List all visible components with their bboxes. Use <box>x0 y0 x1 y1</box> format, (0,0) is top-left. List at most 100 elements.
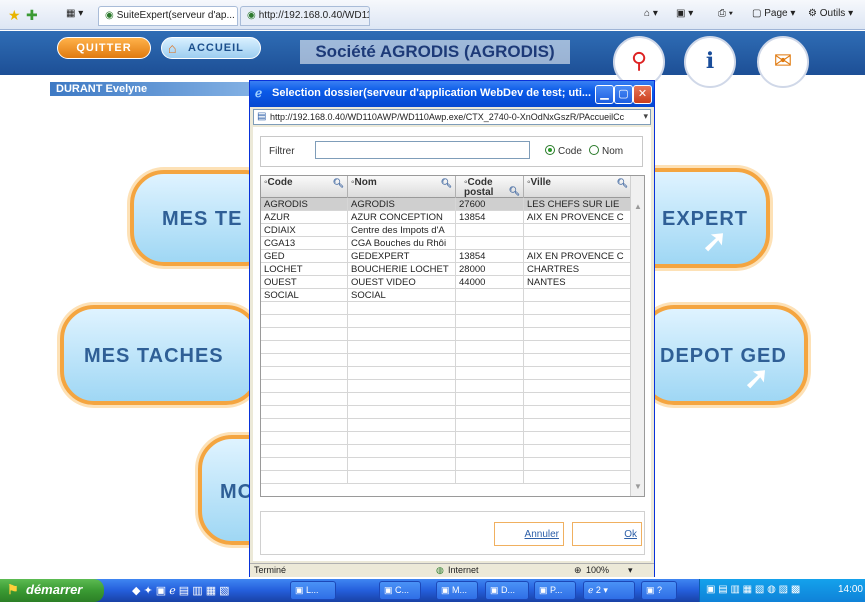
browser-tab-wd110[interactable]: ◉http://192.168.0.40/WD110... <box>240 6 370 26</box>
tools-menu[interactable]: ⚙ Outils ▾ <box>808 8 853 19</box>
table-cell-ville <box>524 289 631 302</box>
minimize-icon[interactable]: ▁ <box>595 85 614 104</box>
filter-panel: Filtrer Code Nom <box>260 136 643 167</box>
search-icon[interactable]: 🔍︎ <box>617 178 628 188</box>
empty-table-row <box>261 302 631 315</box>
table-cell-code: LOCHET <box>261 263 348 276</box>
table-cell-cp: 27600 <box>456 198 524 211</box>
taskbar-item-4[interactable]: ▣ D... <box>485 581 529 600</box>
search-icon[interactable]: 🔍︎ <box>509 186 520 196</box>
ie-icon: ℯ <box>255 86 263 100</box>
favorites-star-icon[interactable]: ★ <box>8 7 21 24</box>
start-button[interactable]: ⚑ démarrer <box>0 579 104 602</box>
page-menu[interactable]: ▢ Page ▾ <box>752 8 795 19</box>
table-cell-cp: 44000 <box>456 276 524 289</box>
column-header-ville[interactable]: ◦Ville 🔍︎ <box>524 176 631 198</box>
browser-tab-suiteexpert[interactable]: ◉SuiteExpert(serveur d'ap...× <box>98 6 238 26</box>
empty-table-row <box>261 341 631 354</box>
windows-flag-icon: ⚑ <box>7 582 19 597</box>
maximize-icon[interactable]: ▢ <box>614 85 633 104</box>
app-header: QUITTER ⌂ ACCUEIL Société AGRODIS (AGRODI… <box>0 31 865 88</box>
home-button[interactable]: ⌂ ACCUEIL <box>161 37 261 59</box>
table-cell-nom <box>348 380 456 393</box>
zoom-level[interactable]: 100% <box>586 565 609 575</box>
add-favorite-icon[interactable]: ✚ <box>26 7 38 24</box>
table-cell-nom: AGRODIS <box>348 198 456 211</box>
close-icon[interactable]: ✕ <box>633 85 652 104</box>
home-icon[interactable]: ⌂ ▾ <box>644 8 658 19</box>
table-cell-nom <box>348 315 456 328</box>
table-cell-ville: AIX EN PROVENCE C <box>524 211 631 224</box>
column-header-code[interactable]: ◦Code 🔍︎ <box>261 176 348 198</box>
table-cell-ville <box>524 458 631 471</box>
table-cell-cp <box>456 354 524 367</box>
select-folder-dialog: ℯ Selection dossier(serveur d'applicatio… <box>249 80 655 577</box>
tab-list-icon[interactable]: ▦ ▾ <box>66 8 83 19</box>
print-icon[interactable]: ⎙ ▾ <box>718 8 733 19</box>
scroll-up-icon[interactable]: ▲ <box>632 202 644 214</box>
tray-icons[interactable]: ▣ ▤ ▥ ▦ ▧ ◍ ▨ ▩ <box>706 584 800 595</box>
table-cell-nom <box>348 419 456 432</box>
empty-table-row <box>261 315 631 328</box>
mail-icon[interactable]: ✉ <box>757 36 809 88</box>
table-cell-code: SOCIAL <box>261 289 348 302</box>
taskbar-item-1[interactable]: ▣ L... <box>290 581 336 600</box>
table-cell-cp <box>456 328 524 341</box>
feeds-icon[interactable]: ▣ ▾ <box>676 8 693 19</box>
table-cell-nom <box>348 393 456 406</box>
table-cell-cp: 13854 <box>456 211 524 224</box>
table-cell-code <box>261 380 348 393</box>
table-cell-ville <box>524 380 631 393</box>
column-header-nom[interactable]: ◦Nom 🔍︎ <box>348 176 456 198</box>
vertical-scrollbar[interactable]: ▲ ▼ <box>630 176 644 496</box>
table-cell-nom: AZUR CONCEPTION <box>348 211 456 224</box>
browser-toolbar: ★ ✚ ▦ ▾ ◉SuiteExpert(serveur d'ap...× ◉h… <box>0 0 865 30</box>
taskbar-item-2[interactable]: ▣ C... <box>379 581 421 600</box>
cancel-button[interactable]: Annuler <box>494 522 564 546</box>
quicklaunch-icon[interactable]: ◆ ✦ ▣ ℯ ▤ ▥ ▦ ▧ <box>132 584 230 597</box>
table-cell-nom <box>348 458 456 471</box>
taskbar-item-5[interactable]: ▣ P... <box>534 581 576 600</box>
info-icon[interactable]: ℹ <box>684 36 736 88</box>
chevron-down-icon[interactable]: ▾ <box>628 565 633 576</box>
table-row[interactable]: OUEST OUEST VIDEO 44000 NANTES <box>261 276 631 289</box>
taskbar-group[interactable]: ℯ 2 ▾ <box>583 581 635 600</box>
table-cell-nom: GEDEXPERT <box>348 250 456 263</box>
table-cell-cp <box>456 302 524 315</box>
table-row[interactable]: GED GEDEXPERT 13854 AIX EN PROVENCE C <box>261 250 631 263</box>
search-icon[interactable]: 🔍︎ <box>333 178 344 188</box>
table-cell-ville <box>524 367 631 380</box>
dialog-titlebar[interactable]: ℯ Selection dossier(serveur d'applicatio… <box>250 81 654 107</box>
radio-dot <box>589 145 599 155</box>
table-row[interactable]: AZUR AZUR CONCEPTION 13854 AIX EN PROVENCE … <box>261 211 631 224</box>
empty-table-row <box>261 354 631 367</box>
tile-mes-taches[interactable]: MES TACHES <box>60 305 260 405</box>
table-row[interactable]: CDIAIX Centre des Impots d'A <box>261 224 631 237</box>
quit-button[interactable]: QUITTER <box>57 37 151 59</box>
taskbar-item-3[interactable]: ▣ M... <box>436 581 478 600</box>
search-icon[interactable]: 🔍︎ <box>441 178 452 188</box>
radio-code[interactable]: Code <box>545 145 582 157</box>
table-row[interactable]: LOCHET BOUCHERIE LOCHET 28000 CHARTRES <box>261 263 631 276</box>
dialog-body: Filtrer Code Nom ◦Code 🔍︎ ◦Nom 🔍︎ ◦Code po… <box>253 127 651 561</box>
table-cell-ville <box>524 419 631 432</box>
table-cell-code: CGA13 <box>261 237 348 250</box>
table-cell-cp <box>456 419 524 432</box>
column-header-code-postal[interactable]: ◦Code postal 🔍︎ <box>456 176 524 198</box>
address-bar[interactable]: ▤ http://192.168.0.40/WD110AWP/WD110Awp.… <box>253 109 651 125</box>
table-cell-nom: CGA Bouches du Rhôi <box>348 237 456 250</box>
table-cell-nom <box>348 341 456 354</box>
chevron-down-icon[interactable]: ▾ <box>643 111 648 122</box>
table-row[interactable]: SOCIAL SOCIAL <box>261 289 631 302</box>
tile-depot-ged[interactable]: DEPOT GED ➚ <box>640 305 808 405</box>
table-cell-ville: NANTES <box>524 276 631 289</box>
radio-nom[interactable]: Nom <box>589 145 623 157</box>
table-row[interactable]: AGRODIS AGRODIS 27600 LES CHEFS SUR LIE <box>261 198 631 211</box>
table-cell-cp <box>456 406 524 419</box>
scroll-down-icon[interactable]: ▼ <box>632 482 644 494</box>
filter-input[interactable] <box>315 141 530 159</box>
table-row[interactable]: CGA13 CGA Bouches du Rhôi <box>261 237 631 250</box>
ok-button[interactable]: Ok <box>572 522 642 546</box>
table-cell-cp <box>456 380 524 393</box>
taskbar-item-6[interactable]: ▣ ? <box>641 581 677 600</box>
